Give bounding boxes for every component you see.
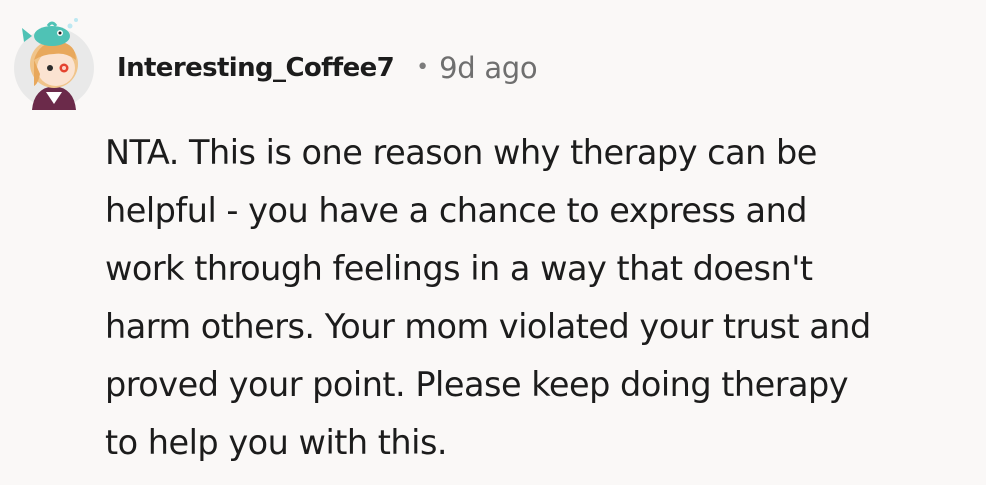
comment: Interesting_Coffee7 • 9d ago NTA. This i… <box>0 0 986 485</box>
comment-body-line: work through feelings in a way that does… <box>105 249 813 288</box>
comment-timestamp[interactable]: 9d ago <box>439 51 538 85</box>
user-avatar-icon[interactable] <box>10 12 100 110</box>
comment-body-line: to help you with this. <box>105 423 448 462</box>
meta-separator: • <box>416 55 430 80</box>
comment-body-line: NTA. This is one reason why therapy can … <box>105 133 817 172</box>
comment-header: Interesting_Coffee7 • 9d ago <box>117 48 538 88</box>
comment-body: NTA. This is one reason why therapy can … <box>105 124 981 472</box>
comment-body-line: helpful - you have a chance to express a… <box>105 191 808 230</box>
comment-body-line: proved your point. Please keep doing the… <box>105 365 849 404</box>
comment-body-line: harm others. Your mom violated your trus… <box>105 307 871 346</box>
author-username[interactable]: Interesting_Coffee7 <box>117 53 395 83</box>
